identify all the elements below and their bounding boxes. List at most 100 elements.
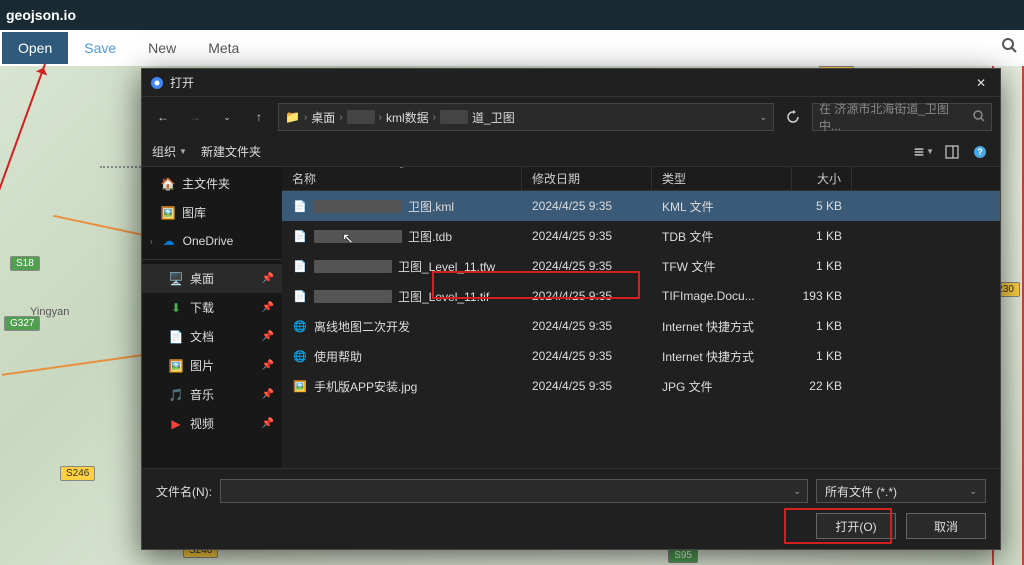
search-input[interactable]: 在 济源市北海街道_卫图 中... bbox=[812, 103, 992, 131]
file-date: 2024/4/25 9:35 bbox=[522, 319, 652, 333]
chevron-down-icon[interactable]: ⌄ bbox=[759, 112, 767, 123]
file-row[interactable]: 📄卫图.kml 2024/4/25 9:35 KML 文件 5 KB bbox=[282, 191, 1000, 221]
file-date: 2024/4/25 9:35 bbox=[522, 289, 652, 303]
pin-icon: 📌 bbox=[262, 389, 274, 400]
dialog-toolbar: 组织▼ 新建文件夹 ▼ ? bbox=[142, 137, 1000, 167]
video-icon: ▶ bbox=[168, 416, 184, 432]
file-size: 22 KB bbox=[792, 379, 852, 393]
pin-icon: 📌 bbox=[262, 360, 274, 371]
file-name: 离线地图二次开发 bbox=[314, 318, 410, 335]
sidebar-pictures[interactable]: 🖼️图片📌 bbox=[142, 351, 282, 380]
search-icon bbox=[973, 110, 985, 125]
column-date[interactable]: 修改日期 bbox=[522, 167, 652, 190]
expand-icon[interactable]: › bbox=[150, 237, 153, 246]
nav-forward-button[interactable]: → bbox=[182, 104, 208, 130]
file-row[interactable]: 📄卫图_Level_11.tif 2024/4/25 9:35 TIFImage… bbox=[282, 281, 1000, 311]
gallery-icon: 🖼️ bbox=[160, 205, 176, 221]
file-size: 1 KB bbox=[792, 259, 852, 273]
file-type: TIFImage.Docu... bbox=[652, 289, 792, 303]
sidebar: 🏠主文件夹 🖼️图库 ›☁OneDrive 🖥️桌面📌 ⬇下载📌 📄文档📌 🖼️… bbox=[142, 167, 282, 468]
close-button[interactable]: ✕ bbox=[970, 74, 992, 92]
file-type: Internet 快捷方式 bbox=[652, 318, 792, 335]
download-icon: ⬇ bbox=[168, 300, 184, 316]
pin-icon: 📌 bbox=[262, 418, 274, 429]
filename-label: 文件名(N): bbox=[156, 483, 212, 500]
path-segment[interactable]: 道_卫图 bbox=[472, 109, 515, 126]
nav-back-button[interactable]: ← bbox=[150, 104, 176, 130]
file-list-area: 名称⌃ 修改日期 类型 大小 📄卫图.kml 2024/4/25 9:35 KM… bbox=[282, 167, 1000, 468]
file-row[interactable]: 🌐 离线地图二次开发 2024/4/25 9:35 Internet 快捷方式 1… bbox=[282, 311, 1000, 341]
preview-pane-button[interactable] bbox=[942, 142, 962, 162]
path-segment[interactable]: kml数据 bbox=[386, 109, 429, 126]
sidebar-gallery[interactable]: 🖼️图库 bbox=[142, 198, 282, 227]
file-date: 2024/4/25 9:35 bbox=[522, 229, 652, 243]
folder-icon: 📁 bbox=[285, 110, 300, 124]
column-name[interactable]: 名称⌃ bbox=[282, 167, 522, 190]
sidebar-videos[interactable]: ▶视频📌 bbox=[142, 409, 282, 438]
path-segment[interactable]: 桌面 bbox=[311, 109, 335, 126]
open-button[interactable]: 打开(O) bbox=[816, 513, 896, 539]
filename-input[interactable]: ⌄ bbox=[220, 479, 808, 503]
file-name: 卫图_Level_11.tfw bbox=[398, 258, 495, 275]
organize-menu[interactable]: 组织▼ bbox=[152, 143, 187, 160]
file-name: 使用帮助 bbox=[314, 348, 362, 365]
file-row[interactable]: 📄 卫图_Level_11.tfw 2024/4/25 9:35 TFW 文件 1… bbox=[282, 251, 1000, 281]
map-city-label: Yingyan bbox=[30, 306, 69, 318]
sidebar-downloads[interactable]: ⬇下载📌 bbox=[142, 293, 282, 322]
file-size: 5 KB bbox=[792, 199, 852, 213]
cancel-button[interactable]: 取消 bbox=[906, 513, 986, 539]
file-date: 2024/4/25 9:35 bbox=[522, 199, 652, 213]
file-date: 2024/4/25 9:35 bbox=[522, 259, 652, 273]
file-name: 卫图.kml bbox=[408, 198, 454, 215]
view-mode-button[interactable]: ▼ bbox=[914, 142, 934, 162]
path-bar[interactable]: 📁› 桌面› › kml数据› 道_卫图 ⌄ bbox=[278, 103, 774, 131]
app-title: geojson.io bbox=[6, 7, 76, 23]
refresh-button[interactable] bbox=[780, 104, 806, 130]
menu-open[interactable]: Open bbox=[2, 32, 68, 64]
file-icon: 🌐 bbox=[292, 348, 308, 364]
help-button[interactable]: ? bbox=[970, 142, 990, 162]
menu-new[interactable]: New bbox=[132, 32, 192, 64]
nav-up-button[interactable]: ↑ bbox=[246, 104, 272, 130]
file-name: 手机版APP安装.jpg bbox=[314, 378, 417, 395]
file-icon: 📄 bbox=[292, 258, 308, 274]
sidebar-home[interactable]: 🏠主文件夹 bbox=[142, 169, 282, 198]
file-size: 1 KB bbox=[792, 319, 852, 333]
sidebar-desktop[interactable]: 🖥️桌面📌 bbox=[142, 264, 282, 293]
sidebar-documents[interactable]: 📄文档📌 bbox=[142, 322, 282, 351]
menu-meta[interactable]: Meta bbox=[192, 32, 255, 64]
pin-icon: 📌 bbox=[262, 273, 274, 284]
path-segment-redacted bbox=[347, 110, 375, 124]
column-size[interactable]: 大小 bbox=[792, 167, 852, 190]
dialog-titlebar: 打开 ✕ bbox=[142, 69, 1000, 97]
menubar: Open Save New Meta bbox=[0, 30, 1024, 66]
menu-save[interactable]: Save bbox=[68, 32, 132, 64]
desktop-icon: 🖥️ bbox=[168, 271, 184, 287]
road-badge: S246 bbox=[60, 466, 95, 481]
music-icon: 🎵 bbox=[168, 387, 184, 403]
dialog-title: 打开 bbox=[170, 74, 970, 91]
search-placeholder: 在 济源市北海街道_卫图 中... bbox=[819, 100, 973, 134]
chrome-icon bbox=[150, 76, 164, 90]
pictures-icon: 🖼️ bbox=[168, 358, 184, 374]
file-row[interactable]: 🌐使用帮助 2024/4/25 9:35 Internet 快捷方式 1 KB bbox=[282, 341, 1000, 371]
nav-recent-button[interactable]: ⌄ bbox=[214, 104, 240, 130]
dialog-navbar: ← → ⌄ ↑ 📁› 桌面› › kml数据› 道_卫图 ⌄ 在 济源市北海街道… bbox=[142, 97, 1000, 137]
file-list[interactable]: 📄卫图.kml 2024/4/25 9:35 KML 文件 5 KB 📄卫图.t… bbox=[282, 191, 1000, 468]
sidebar-music[interactable]: 🎵音乐📌 bbox=[142, 380, 282, 409]
filetype-select[interactable]: 所有文件 (*.*)⌄ bbox=[816, 479, 986, 503]
new-folder-button[interactable]: 新建文件夹 bbox=[201, 143, 261, 160]
file-row[interactable]: 📄卫图.tdb 2024/4/25 9:35 TDB 文件 1 KB bbox=[282, 221, 1000, 251]
home-icon: 🏠 bbox=[160, 176, 176, 192]
road-badge: S95 bbox=[668, 548, 698, 563]
file-type: TFW 文件 bbox=[652, 258, 792, 275]
sidebar-onedrive[interactable]: ›☁OneDrive bbox=[142, 227, 282, 255]
file-icon: 🌐 bbox=[292, 318, 308, 334]
file-open-dialog: 打开 ✕ ← → ⌄ ↑ 📁› 桌面› › kml数据› 道_卫图 ⌄ 在 济源… bbox=[141, 68, 1001, 550]
pin-icon: 📌 bbox=[262, 302, 274, 313]
app-header: geojson.io bbox=[0, 0, 1024, 30]
search-icon[interactable] bbox=[998, 34, 1020, 56]
file-row[interactable]: 🖼️手机版APP安装.jpg 2024/4/25 9:35 JPG 文件 22 … bbox=[282, 371, 1000, 401]
file-size: 1 KB bbox=[792, 229, 852, 243]
column-type[interactable]: 类型 bbox=[652, 167, 792, 190]
